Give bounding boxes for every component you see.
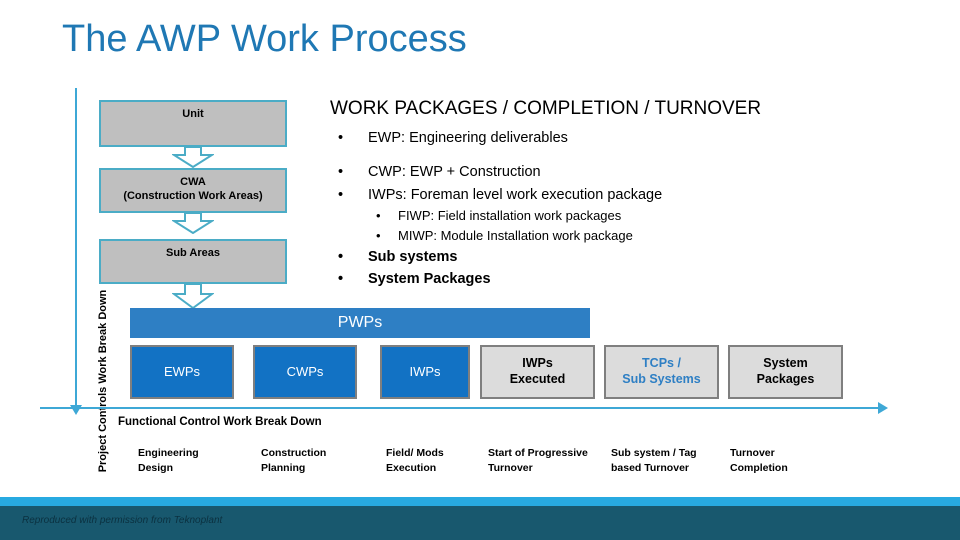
package-box-cwps-label: CWPs bbox=[286, 363, 324, 379]
package-box-iwps-executed-line2: Executed bbox=[509, 372, 566, 386]
bottom-column-sub-system-tag-turnover: Sub system / Tag based Turnover bbox=[611, 446, 736, 475]
bottom-column-line1: Sub system / Tag bbox=[611, 447, 697, 459]
bullet-marker-icon: • bbox=[338, 187, 344, 204]
bottom-column-engineering-design: Engineering Design bbox=[138, 446, 248, 475]
flow-box-sub-areas[interactable]: Sub Areas bbox=[99, 239, 287, 284]
package-box-system-packages-line1: System bbox=[763, 356, 808, 371]
bullet-item: • FIWP: Field installation work packages bbox=[330, 208, 930, 224]
bottom-column-line2: Planning bbox=[261, 461, 306, 474]
bullet-text: FIWP: Field installation work packages bbox=[398, 208, 622, 224]
bottom-column-line2: Completion bbox=[730, 461, 788, 474]
right-panel-heading: WORK PACKAGES / COMPLETION / TURNOVER bbox=[330, 98, 762, 119]
bullet-marker-icon: • bbox=[338, 248, 344, 265]
bottom-column-construction-planning: Construction Planning bbox=[261, 446, 371, 475]
package-box-iwps[interactable]: IWPs bbox=[380, 345, 470, 399]
flow-arrow-1-icon bbox=[172, 146, 214, 168]
package-box-system-packages[interactable]: System Packages bbox=[728, 345, 843, 399]
package-box-iwps-executed[interactable]: IWPs Executed bbox=[480, 345, 595, 399]
footer-credit: Reproduced with permission from Teknopla… bbox=[22, 515, 223, 526]
bullet-item: • MIWP: Module Installation work package bbox=[330, 227, 930, 244]
bullet-marker-icon: • bbox=[338, 130, 344, 146]
bottom-column-line2: Turnover bbox=[488, 461, 533, 474]
bullet-marker-icon: • bbox=[376, 227, 381, 243]
package-box-ewps[interactable]: EWPs bbox=[130, 345, 234, 399]
package-box-system-packages-line2: Packages bbox=[756, 372, 815, 386]
vertical-axis-line bbox=[75, 88, 77, 408]
bullet-spacer bbox=[330, 180, 930, 187]
bullet-text: Sub systems bbox=[368, 248, 458, 265]
pwps-banner-label: PWPs bbox=[337, 314, 383, 331]
bottom-column-line1: Engineering bbox=[138, 447, 199, 459]
bullet-item: • IWPs: Foreman level work execution pac… bbox=[330, 187, 930, 204]
package-box-tcps-line2: Sub Systems bbox=[622, 372, 701, 386]
bottom-column-turnover-completion: Turnover Completion bbox=[730, 446, 840, 475]
package-box-iwps-executed-line1: IWPs bbox=[522, 356, 553, 371]
flow-arrow-3-icon bbox=[172, 283, 214, 309]
bottom-column-line2: based Turnover bbox=[611, 461, 689, 474]
package-box-iwps-label: IWPs bbox=[409, 363, 441, 379]
bullet-item: • EWP: Engineering deliverables bbox=[330, 130, 930, 147]
bottom-column-line1: Construction bbox=[261, 447, 327, 459]
bullet-item: • CWP: EWP + Construction bbox=[330, 164, 930, 181]
bottom-column-line1: Field/ Mods bbox=[386, 447, 444, 459]
bullet-marker-icon: • bbox=[338, 270, 344, 287]
bullet-spacer bbox=[330, 147, 930, 164]
package-box-system-packages-label: System Packages bbox=[757, 356, 815, 387]
bottom-column-field-mods-execution: Field/ Mods Execution bbox=[386, 446, 496, 475]
footer-cyan-band bbox=[0, 497, 960, 506]
vertical-axis-label-wrap: Project Controls Work Break Down bbox=[58, 140, 109, 473]
bullet-text: CWP: EWP + Construction bbox=[368, 163, 541, 180]
right-panel-bullet-list: • EWP: Engineering deliverables • CWP: E… bbox=[330, 130, 930, 287]
page-title: The AWP Work Process bbox=[62, 18, 467, 60]
bottom-axis-label: Functional Control Work Break Down bbox=[118, 416, 322, 428]
bottom-column-line2: Execution bbox=[386, 461, 437, 474]
package-box-tcps-line1: TCPs / bbox=[642, 356, 681, 371]
bullet-item: • Sub systems bbox=[330, 249, 930, 266]
bottom-column-line1: Turnover bbox=[730, 447, 775, 459]
package-box-tcps-sub-systems[interactable]: TCPs / Sub Systems bbox=[604, 345, 719, 399]
flow-box-sub-areas-label: Sub Areas bbox=[165, 247, 220, 259]
bottom-column-line2: Design bbox=[138, 461, 174, 474]
bullet-text: System Packages bbox=[368, 270, 491, 287]
package-box-iwps-executed-label: IWPs Executed bbox=[510, 356, 566, 387]
bullet-marker-icon: • bbox=[338, 163, 344, 180]
bottom-column-start-progressive-turnover: Start of Progressive Turnover bbox=[488, 446, 613, 475]
flow-box-cwa-sublabel: (Construction Work Areas) bbox=[123, 189, 263, 202]
vertical-axis-label: Project Controls Work Break Down bbox=[97, 289, 109, 473]
flow-box-cwa-label: CWA bbox=[180, 176, 206, 188]
bullet-item: • System Packages bbox=[330, 271, 930, 288]
package-box-tcps-label: TCPs / Sub Systems bbox=[622, 356, 701, 387]
flow-box-unit[interactable]: Unit bbox=[99, 100, 287, 147]
horizontal-axis-arrowhead bbox=[878, 402, 888, 414]
flow-arrow-2-icon bbox=[172, 212, 214, 234]
bullet-marker-icon: • bbox=[376, 208, 381, 224]
pwps-banner[interactable]: PWPs bbox=[130, 308, 590, 338]
package-box-ewps-label: EWPs bbox=[163, 363, 201, 379]
flow-box-unit-label: Unit bbox=[182, 108, 204, 120]
bullet-text: MIWP: Module Installation work package bbox=[398, 227, 633, 243]
bottom-column-line1: Start of Progressive bbox=[488, 447, 588, 459]
flow-box-cwa[interactable]: CWA (Construction Work Areas) bbox=[99, 168, 287, 213]
bullet-text: EWP: Engineering deliverables bbox=[368, 130, 568, 146]
bullet-text: IWPs: Foreman level work execution packa… bbox=[368, 187, 663, 204]
horizontal-axis-line bbox=[40, 407, 880, 409]
package-box-cwps[interactable]: CWPs bbox=[253, 345, 357, 399]
slide-canvas: The AWP Work Process Project Controls Wo… bbox=[0, 0, 960, 540]
